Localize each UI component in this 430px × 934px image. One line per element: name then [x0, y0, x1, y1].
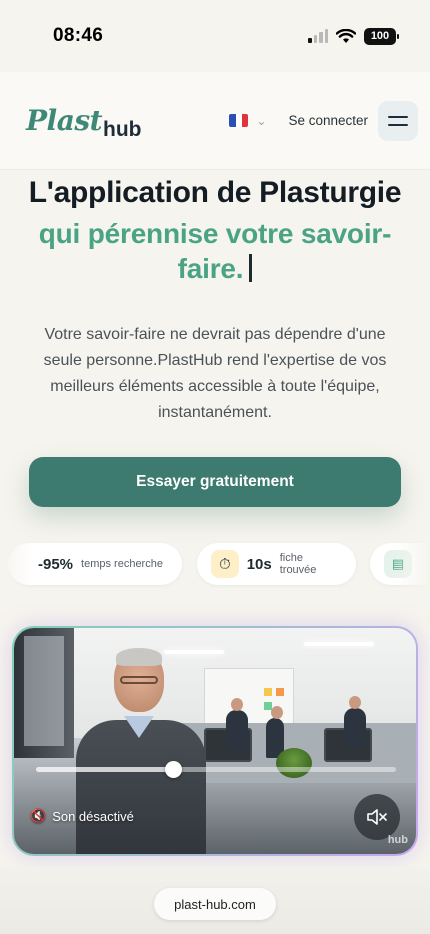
sound-status: 🔇 Son désactivé — [30, 808, 134, 824]
hamburger-menu-button[interactable] — [378, 100, 418, 141]
hero-subtitle-text: qui pérennise votre savoir-faire. — [38, 218, 392, 284]
chevron-down-icon: ⌄ — [256, 113, 267, 128]
signal-icon — [308, 29, 328, 43]
stat-chip: ⏱ 10s fiche trouvée — [197, 543, 356, 585]
office-plant — [276, 748, 312, 778]
scrubber-progress — [36, 767, 173, 772]
menu-icon-line — [388, 115, 408, 118]
office-window — [14, 628, 74, 758]
sound-status-label: Son désactivé — [52, 808, 134, 824]
coworker — [226, 698, 248, 750]
wifi-icon — [336, 28, 356, 43]
login-link[interactable]: Se connecter — [288, 113, 368, 128]
stat-chip: -95% temps recherche — [8, 543, 182, 585]
try-free-button[interactable]: Essayer gratuitement — [29, 457, 401, 507]
coworker — [344, 696, 366, 748]
logo-plast: Plast — [26, 104, 103, 137]
fade-left — [0, 540, 34, 588]
status-indicators: 100 — [308, 27, 399, 45]
video-card: 🔇 Son désactivé hub — [12, 626, 418, 856]
status-time: 08:46 — [53, 25, 104, 46]
stat-value: -95% — [38, 555, 74, 573]
stats-carousel: -95% temps recherche ⏱ 10s fiche trouvée… — [0, 540, 430, 588]
video-player[interactable]: 🔇 Son désactivé hub — [14, 628, 416, 854]
browser-bottom-bar: plast-hub.com — [0, 868, 430, 934]
logo-hub: hub — [103, 118, 142, 141]
stat-value: 10s — [246, 555, 272, 573]
site-header: Plast hub ⌄ Se connecter — [0, 72, 430, 170]
status-bar: 08:46 100 — [0, 0, 430, 72]
ceiling-light — [304, 642, 374, 646]
scrubber-handle[interactable] — [164, 761, 182, 778]
video-watermark: hub — [387, 834, 408, 846]
hero-title: L'application de Plasturgie — [28, 176, 402, 209]
stat-label: fiche trouvée — [279, 552, 317, 576]
fade-right — [396, 540, 430, 588]
battery-icon: 100 — [364, 27, 399, 45]
menu-icon-line — [388, 123, 408, 126]
address-bar[interactable]: plast-hub.com — [154, 888, 276, 920]
language-selector[interactable]: ⌄ — [229, 114, 266, 128]
hero-description: Votre savoir-faire ne devrait pas dépend… — [43, 326, 387, 421]
speaker-muted-icon — [367, 809, 387, 825]
speaker-off-icon: 🔇 — [30, 808, 47, 823]
sticky-note — [264, 688, 272, 696]
video-scrubber[interactable] — [36, 761, 396, 778]
plasthub-logo[interactable]: Plast hub — [26, 104, 142, 141]
french-flag-icon — [229, 114, 249, 127]
stopwatch-icon: ⏱ — [211, 550, 239, 578]
hero-subtitle: qui pérennise votre savoir-faire. — [30, 216, 400, 286]
sticky-note — [276, 688, 284, 696]
typing-cursor — [249, 254, 253, 282]
stat-label: temps recherche — [81, 558, 163, 570]
